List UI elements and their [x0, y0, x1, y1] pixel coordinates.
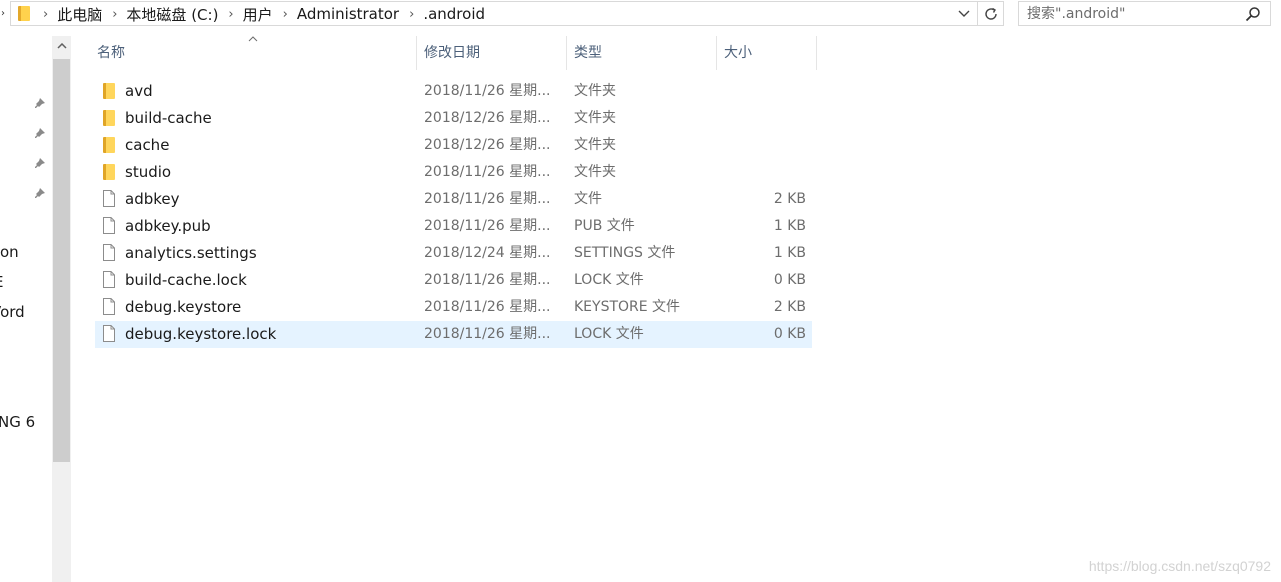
folder-icon [103, 110, 115, 126]
column-header-name[interactable]: 名称 [89, 36, 416, 70]
file-name: build-cache [125, 109, 212, 127]
address-bar[interactable]: › › 此电脑 › 本地磁盘 (C:) › 用户 › Administrator… [1, 1, 1004, 26]
file-icon [103, 217, 115, 234]
refresh-icon[interactable] [977, 2, 1003, 26]
file-icon [103, 325, 115, 342]
scroll-up-arrow-icon[interactable] [52, 36, 71, 58]
nav-item[interactable]: NG 6 [0, 413, 35, 431]
chevron-right-icon[interactable]: › [228, 7, 233, 22]
file-type: 文件夹 [574, 137, 616, 153]
pin-icon[interactable] [33, 96, 47, 110]
scrollbar-thumb[interactable] [53, 59, 70, 462]
watermark: https://blog.csdn.net/szq0792 [1088, 558, 1271, 574]
chevron-right-icon[interactable]: › [409, 7, 414, 22]
column-header-type[interactable]: 类型 [566, 36, 716, 70]
file-name: adbkey [125, 190, 180, 208]
file-icon [103, 190, 115, 207]
file-name: build-cache.lock [125, 271, 247, 289]
file-row[interactable]: adbkey.pub 2018/11/26 星期... PUB 文件 1 KB [95, 213, 812, 240]
folder-icon [103, 137, 115, 153]
file-type: LOCK 文件 [574, 326, 644, 342]
chevron-right-icon[interactable]: › [283, 7, 288, 22]
file-row[interactable]: avd 2018/11/26 星期... 文件夹 [95, 78, 812, 105]
file-size: 0 KB [773, 272, 806, 288]
folder-icon [103, 83, 115, 99]
file-name: adbkey.pub [125, 217, 211, 235]
file-icon [103, 244, 115, 261]
breadcrumb-this-pc[interactable]: 此电脑 [57, 4, 102, 25]
search-icon[interactable] [1245, 6, 1261, 22]
nav-item[interactable]: Vord [0, 303, 25, 321]
back-arrow-fragment-icon[interactable]: › [1, 8, 5, 19]
file-row[interactable]: build-cache 2018/12/26 星期... 文件夹 [95, 105, 812, 132]
chevron-right-icon[interactable]: › [43, 7, 48, 22]
file-name: cache [125, 136, 170, 154]
search-box[interactable] [1018, 1, 1271, 26]
column-header-size[interactable]: 大小 [716, 36, 816, 70]
column-header-date[interactable]: 修改日期 [416, 36, 566, 70]
file-date: 2018/11/26 星期... [424, 83, 551, 99]
file-list: avd 2018/11/26 星期... 文件夹 build-cache 2018/12… [95, 78, 812, 348]
file-date: 2018/12/26 星期... [424, 110, 551, 126]
file-date: 2018/11/26 星期... [424, 218, 551, 234]
file-icon [103, 298, 115, 315]
folder-icon [18, 6, 30, 21]
navigation-pane: on E Vord NG 6 [0, 36, 52, 582]
breadcrumb: › 此电脑 › 本地磁盘 (C:) › 用户 › Administrator ›… [39, 2, 485, 26]
breadcrumb-administrator[interactable]: Administrator [297, 5, 399, 23]
pin-icon[interactable] [33, 186, 47, 200]
file-date: 2018/11/26 星期... [424, 164, 551, 180]
search-input[interactable] [1019, 2, 1247, 25]
file-name: debug.keystore.lock [125, 325, 277, 343]
file-type: 文件夹 [574, 83, 616, 99]
file-row[interactable]: debug.keystore 2018/11/26 星期... KEYSTORE 文… [95, 294, 812, 321]
file-date: 2018/11/26 星期... [424, 326, 551, 342]
nav-scrollbar[interactable] [52, 36, 71, 582]
file-name: avd [125, 82, 153, 100]
breadcrumb-android[interactable]: .android [423, 5, 485, 23]
folder-icon [103, 164, 115, 180]
file-name: studio [125, 163, 172, 181]
file-type: 文件夹 [574, 164, 616, 180]
file-icon [103, 271, 115, 288]
chevron-right-icon[interactable]: › [112, 7, 117, 22]
file-size: 1 KB [773, 245, 806, 261]
file-type: 文件夹 [574, 110, 616, 126]
file-row[interactable]: debug.keystore.lock 2018/11/26 星期... LOCK … [95, 321, 812, 348]
file-date: 2018/11/26 星期... [424, 191, 551, 207]
file-type: PUB 文件 [574, 218, 635, 234]
file-row[interactable]: build-cache.lock 2018/11/26 星期... LOCK 文件 0… [95, 267, 812, 294]
file-type: LOCK 文件 [574, 272, 644, 288]
file-size: 1 KB [773, 218, 806, 234]
column-divider[interactable] [816, 36, 817, 70]
file-size: 0 KB [773, 326, 806, 342]
file-row[interactable]: studio 2018/11/26 星期... 文件夹 [95, 159, 812, 186]
file-row[interactable]: adbkey 2018/11/26 星期... 文件 2 KB [95, 186, 812, 213]
file-row[interactable]: analytics.settings 2018/12/24 星期... SETTIN… [95, 240, 812, 267]
nav-item[interactable]: E [0, 273, 3, 291]
file-size: 2 KB [773, 191, 806, 207]
file-date: 2018/12/24 星期... [424, 245, 551, 261]
breadcrumb-local-disk[interactable]: 本地磁盘 (C:) [126, 4, 218, 25]
file-date: 2018/11/26 星期... [424, 299, 551, 315]
file-row[interactable]: cache 2018/12/26 星期... 文件夹 [95, 132, 812, 159]
file-name: analytics.settings [125, 244, 257, 262]
breadcrumb-users[interactable]: 用户 [243, 4, 273, 25]
address-history-dropdown-icon[interactable] [955, 4, 973, 24]
pin-icon[interactable] [33, 156, 47, 170]
file-type: KEYSTORE 文件 [574, 299, 681, 315]
file-size: 2 KB [773, 299, 806, 315]
file-type: SETTINGS 文件 [574, 245, 676, 261]
file-date: 2018/12/26 星期... [424, 137, 551, 153]
pin-icon[interactable] [33, 126, 47, 140]
file-type: 文件 [574, 191, 602, 207]
file-date: 2018/11/26 星期... [424, 272, 551, 288]
file-name: debug.keystore [125, 298, 242, 316]
nav-item[interactable]: on [0, 243, 19, 261]
column-headers: 名称 修改日期 类型 大小 [72, 36, 832, 70]
